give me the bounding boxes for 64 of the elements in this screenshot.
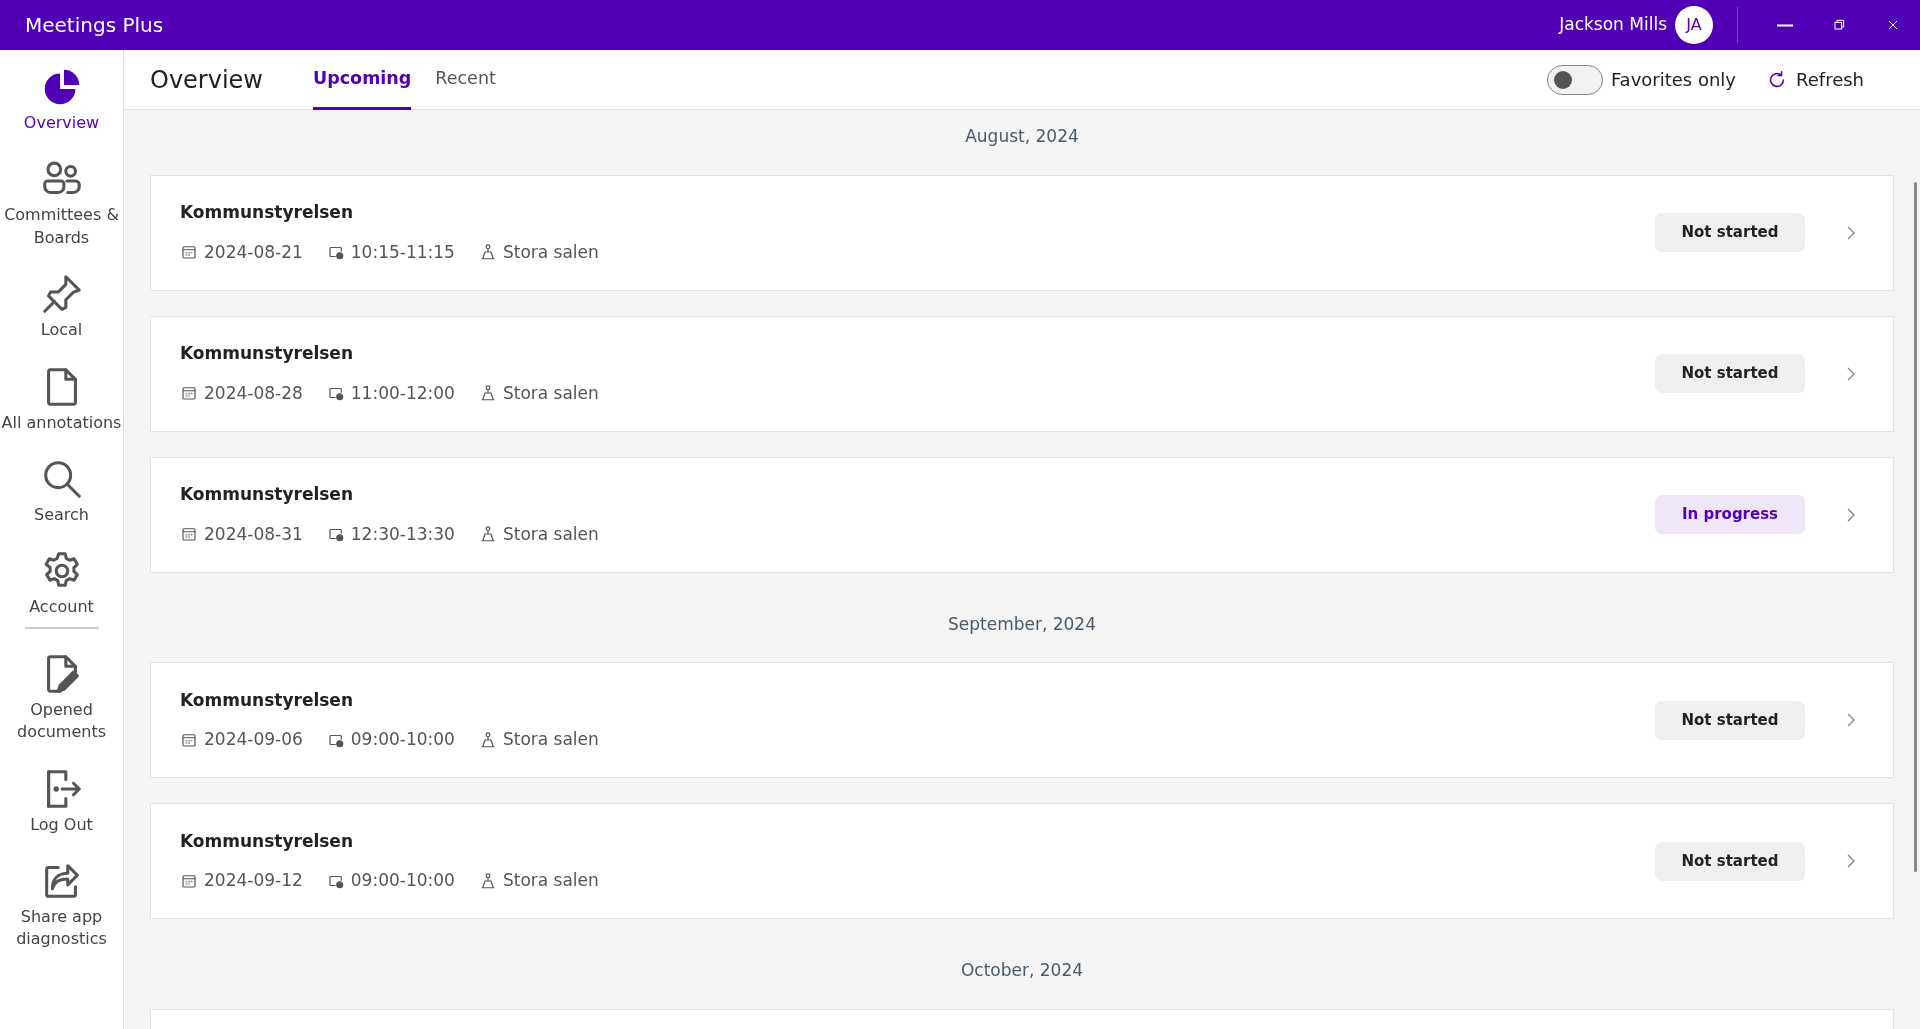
calendar-icon [180,243,198,262]
meeting-date: 2024-08-31 [204,522,303,546]
meeting-time: 12:30-13:30 [350,522,455,546]
meeting-title: Kommunstyrelsen [180,201,354,224]
person-icon [478,243,497,262]
sidebar-item[interactable]: Search [0,455,124,527]
sidebar-item[interactable]: Opened documents [0,650,124,744]
meeting-title: Kommunstyrelsen [180,483,354,506]
meeting-date: 2024-08-21 [204,240,303,264]
meeting-location: Stora salen [502,869,599,892]
sidebar-item[interactable]: Share app diagnostics [0,857,124,951]
meeting-title: Kommunstyrelsen [180,342,354,365]
tab[interactable]: Recent [435,49,496,110]
calendar-icon [180,384,198,403]
meeting-title: Kommunstyrelsen [180,688,354,712]
person-icon [478,525,497,544]
status-badge: Not started [1655,213,1805,252]
sidebar-item[interactable]: Log Out [0,765,124,836]
calendar-icon [180,525,198,544]
month-heading: October, 2024 [959,959,1085,982]
person-icon [478,730,497,749]
month-heading: August, 2024 [964,125,1080,148]
meeting-time: 09:00-10:00 [350,869,455,892]
month-heading: September, 2024 [946,612,1097,636]
meeting-card[interactable]: Kommunstyrelsen 2024-08-21 10:15-11:15 Stora salen Not started [150,174,1894,291]
meeting-card[interactable]: Kommunstyrelsen 2024-08-28 11:00-12:00 Stora salen Not started [150,315,1894,432]
meeting-time: 09:00-10:00 [350,728,455,751]
page-title: Overview [150,64,263,96]
status-badge: Not started [1655,700,1805,740]
toggle-label: Favorites only [1610,68,1736,92]
status-badge: Not started [1655,841,1805,881]
meeting-title: Kommunstyrelsen [180,829,354,853]
favorites-toggle[interactable] [1546,64,1603,95]
chevron-right-icon [1845,852,1857,870]
user-avatar[interactable]: JA [1675,6,1713,44]
restore-icon [1831,17,1847,33]
sidebar-item[interactable]: All annotations [0,363,124,434]
sidebar-item[interactable]: Local [0,271,124,342]
app-title: Meetings Plus [24,12,164,39]
meeting-date: 2024-09-06 [204,728,303,751]
user-name: Jackson Mills [1559,13,1667,37]
meeting-date: 2024-08-28 [204,381,303,405]
minimize-icon [1777,23,1793,27]
person-icon [478,871,497,890]
status-badge: Not started [1655,354,1805,393]
meeting-card[interactable]: Kommunstyrelsen 2024-09-06 09:00-10:00 Stora salen Not started [150,662,1894,778]
meeting-card[interactable]: Kommunstyrelsen 2024-08-31 12:30-13:30 Stora salen In progress [150,456,1894,573]
chevron-right-icon [1845,711,1857,729]
meeting-location: Stora salen [502,381,599,405]
meeting-card[interactable]: Kommunstyrelsen 2024-09-12 09:00-10:00 Stora salen Not started [150,803,1894,919]
meeting-location: Stora salen [502,522,599,546]
tab[interactable]: Upcoming [313,49,412,110]
sidebar-item[interactable]: Account [0,548,124,619]
meeting-location: Stora salen [502,240,599,264]
meeting-date: 2024-09-12 [204,869,303,892]
meeting-time: 10:15-11:15 [350,240,455,264]
sidebar-item[interactable]: Overview [0,64,124,135]
meeting-location: Stora salen [502,728,599,751]
refresh-button[interactable]: Refresh [1760,65,1870,94]
person-icon [478,384,497,403]
meeting-time: 11:00-12:00 [350,381,455,405]
status-badge: In progress [1655,495,1805,534]
sidebar-item[interactable]: Committees & Boards [0,156,124,250]
scrollbar[interactable] [1914,182,1917,872]
